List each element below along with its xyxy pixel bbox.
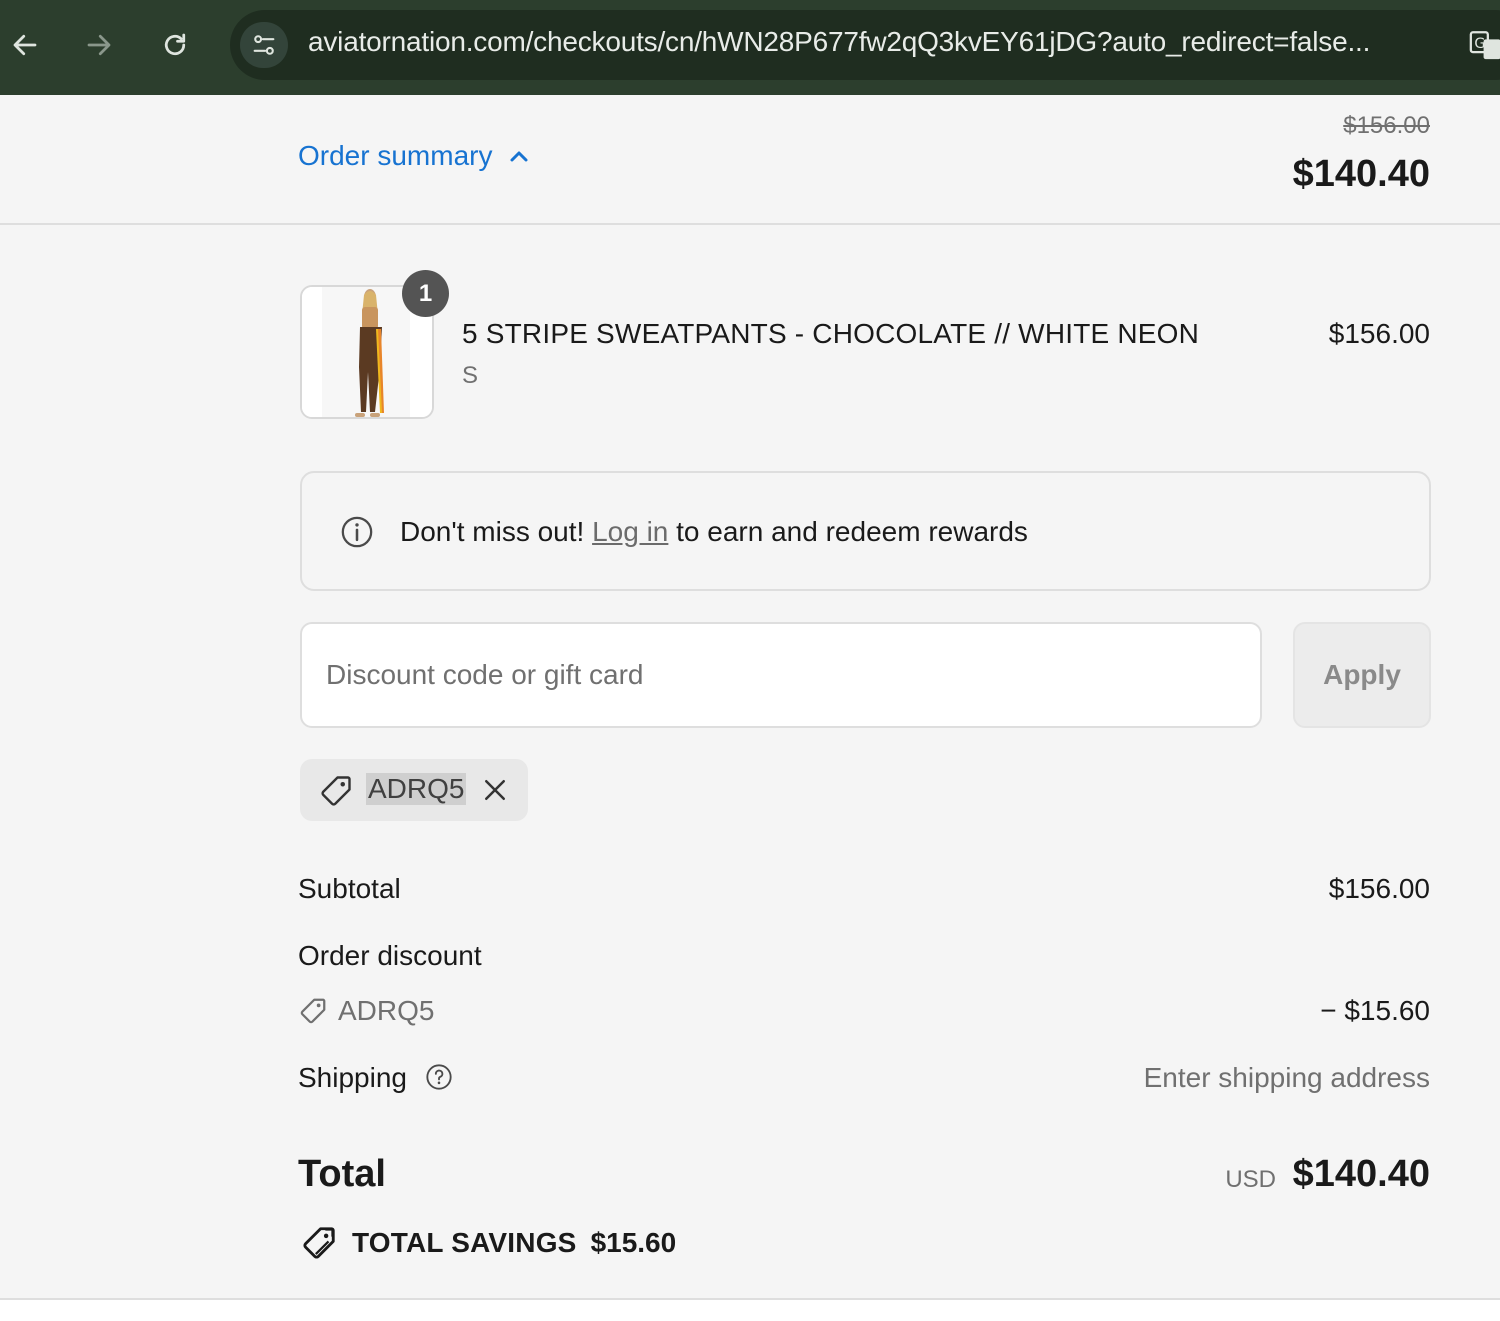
apply-button[interactable]: Apply [1293, 622, 1431, 728]
info-icon [341, 516, 373, 548]
product-name: 5 STRIPE SWEATPANTS - CHOCOLATE // WHITE… [462, 318, 1200, 349]
help-icon[interactable] [425, 1063, 453, 1091]
order-summary-header: Order summary $156.00 $140.40 [0, 95, 1500, 225]
shipping-value: Enter shipping address [1143, 1062, 1430, 1093]
subtotal-value: $156.00 [1328, 873, 1430, 904]
savings-value: $15.60 [590, 1227, 677, 1258]
total-currency: USD [1225, 1166, 1276, 1193]
rewards-suffix: to earn and redeem rewards [676, 516, 1028, 547]
shipping-row: Shipping [298, 1062, 453, 1094]
order-summary-label: Order summary [298, 140, 493, 171]
order-discount-label: Order discount [298, 940, 482, 971]
tag-icon [300, 998, 326, 1024]
total-savings: TOTAL SAVINGS $15.60 [300, 1224, 676, 1262]
quantity-badge: 1 [402, 270, 449, 317]
rewards-banner: Don't miss out! Log in to earn and redee… [300, 471, 1431, 591]
product-price: $156.00 [1328, 318, 1430, 349]
discount-value: − $15.60 [1320, 995, 1430, 1026]
original-price: $156.00 [1343, 112, 1430, 139]
discount-code-text: ADRQ5 [338, 995, 435, 1026]
tag-icon [321, 776, 351, 806]
site-info-button[interactable] [240, 22, 288, 68]
savings-tag-icon [303, 1227, 335, 1259]
rewards-prefix: Don't miss out! [400, 516, 585, 547]
close-icon[interactable] [480, 775, 510, 805]
shipping-label: Shipping [298, 1062, 407, 1093]
translate-icon[interactable]: G [1468, 28, 1500, 62]
url-text[interactable]: aviatornation.com/checkouts/cn/hWN28P677… [308, 26, 1438, 58]
discount-code-input[interactable] [300, 622, 1262, 728]
tune-icon [253, 35, 275, 55]
arrow-right-icon [87, 34, 111, 56]
browser-toolbar: aviatornation.com/checkouts/cn/hWN28P677… [0, 0, 1500, 95]
total-label: Total [298, 1153, 386, 1195]
login-link[interactable]: Log in [592, 516, 668, 547]
applied-discount-chip: ADRQ5 [300, 759, 528, 821]
order-discount-code: ADRQ5 [298, 995, 434, 1027]
total-amount: $140.40 [1292, 1153, 1430, 1195]
applied-code: ADRQ5 [366, 773, 467, 805]
page-bottom [0, 1300, 1500, 1321]
rewards-message: Don't miss out! Log in to earn and redee… [400, 516, 1028, 548]
reload-icon [164, 33, 186, 56]
reload-button[interactable] [154, 24, 196, 66]
chevron-up-icon [510, 151, 528, 162]
product-variant: S [462, 362, 479, 389]
subtotal-label: Subtotal [298, 873, 401, 904]
forward-button[interactable] [78, 24, 120, 66]
order-summary-toggle[interactable]: Order summary [298, 140, 530, 172]
summary-total-price: $140.40 [1292, 153, 1430, 195]
back-button[interactable] [4, 24, 46, 66]
arrow-left-icon [13, 34, 37, 56]
savings-label: TOTAL SAVINGS [352, 1227, 577, 1258]
